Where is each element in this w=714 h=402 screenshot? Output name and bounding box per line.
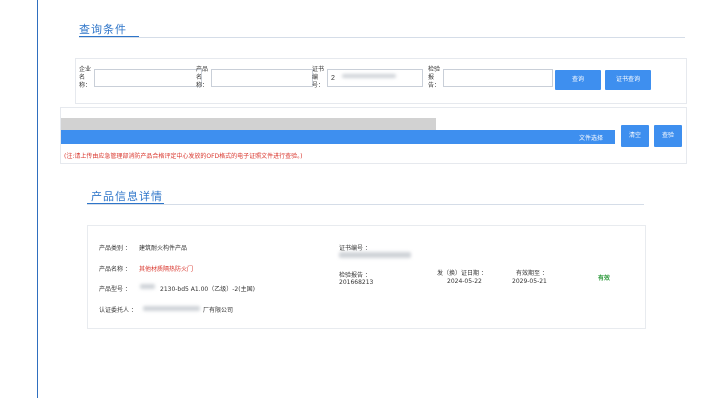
product-name-value: 其他材质隔热防火门 [139, 266, 194, 273]
cert-search-button[interactable]: 证书查询 [605, 70, 651, 90]
cert-number-value-redaction [339, 252, 411, 258]
expiry-value: 2029-05-21 [512, 278, 547, 285]
clear-button[interactable]: 清空 [621, 125, 649, 147]
report-label: 检验报告 ： [339, 272, 371, 279]
issue-date-value: 2024-05-22 [447, 278, 482, 285]
search-panel: 企业名称： 产品名称： 证书编号： 检验报告： 查询 证书查询 [75, 58, 687, 104]
client-label: 认证委托人 ： [99, 307, 137, 314]
cert-number-input[interactable] [327, 69, 423, 87]
model-label: 产品型号 ： [99, 286, 131, 293]
left-border [37, 0, 38, 398]
product-name-input[interactable] [211, 69, 313, 87]
issue-date-label: 发（换）证日期 ： [437, 270, 487, 277]
model-prefix-redaction [140, 284, 155, 289]
inspection-report-label: 检验报告： [428, 66, 441, 89]
company-name-input[interactable] [94, 69, 202, 87]
report-value: 201668213 [339, 279, 374, 286]
search-button[interactable]: 查询 [555, 70, 601, 90]
verify-button[interactable]: 查验 [654, 125, 682, 147]
detail-section-title: 产品信息详情 [91, 190, 163, 203]
expiry-label: 有效期至 ： [516, 270, 548, 277]
query-section-title: 查询条件 [79, 23, 127, 36]
client-value: 厂有限公司 [203, 307, 234, 314]
file-choose-label[interactable]: 文件选择 [579, 133, 603, 142]
upload-notice: (注:请上传由应急管理部消防产品合格评定中心发放的OFD格式的电子证照文件进行查… [64, 153, 303, 160]
file-path-field [61, 118, 436, 130]
file-choose-bar[interactable] [61, 130, 615, 144]
detail-section-rule [87, 204, 644, 205]
client-name-redaction [143, 306, 200, 311]
model-value: 2130-bd5 A1.00（乙级）-2(主国) [160, 286, 255, 293]
inspection-report-input[interactable] [443, 69, 553, 87]
category-label: 产品类别 ： [99, 245, 131, 252]
cert-number-redaction [342, 74, 396, 78]
product-detail-card: 产品类别 ： 建筑耐火构件产品 产品名称 ： 其他材质隔热防火门 产品型号 ： … [87, 225, 646, 329]
product-name-label: 产品名称 ： [99, 266, 131, 273]
product-name-label: 产品名称： [196, 66, 209, 89]
cert-number-label: 证书编号： [312, 66, 325, 89]
query-section-rule [79, 37, 685, 38]
company-name-label: 企业名称： [79, 66, 92, 89]
category-value: 建筑耐火构件产品 [139, 245, 188, 252]
cert-number-label: 证书编号 ： [339, 245, 371, 252]
status-badge: 有效 [598, 275, 611, 282]
